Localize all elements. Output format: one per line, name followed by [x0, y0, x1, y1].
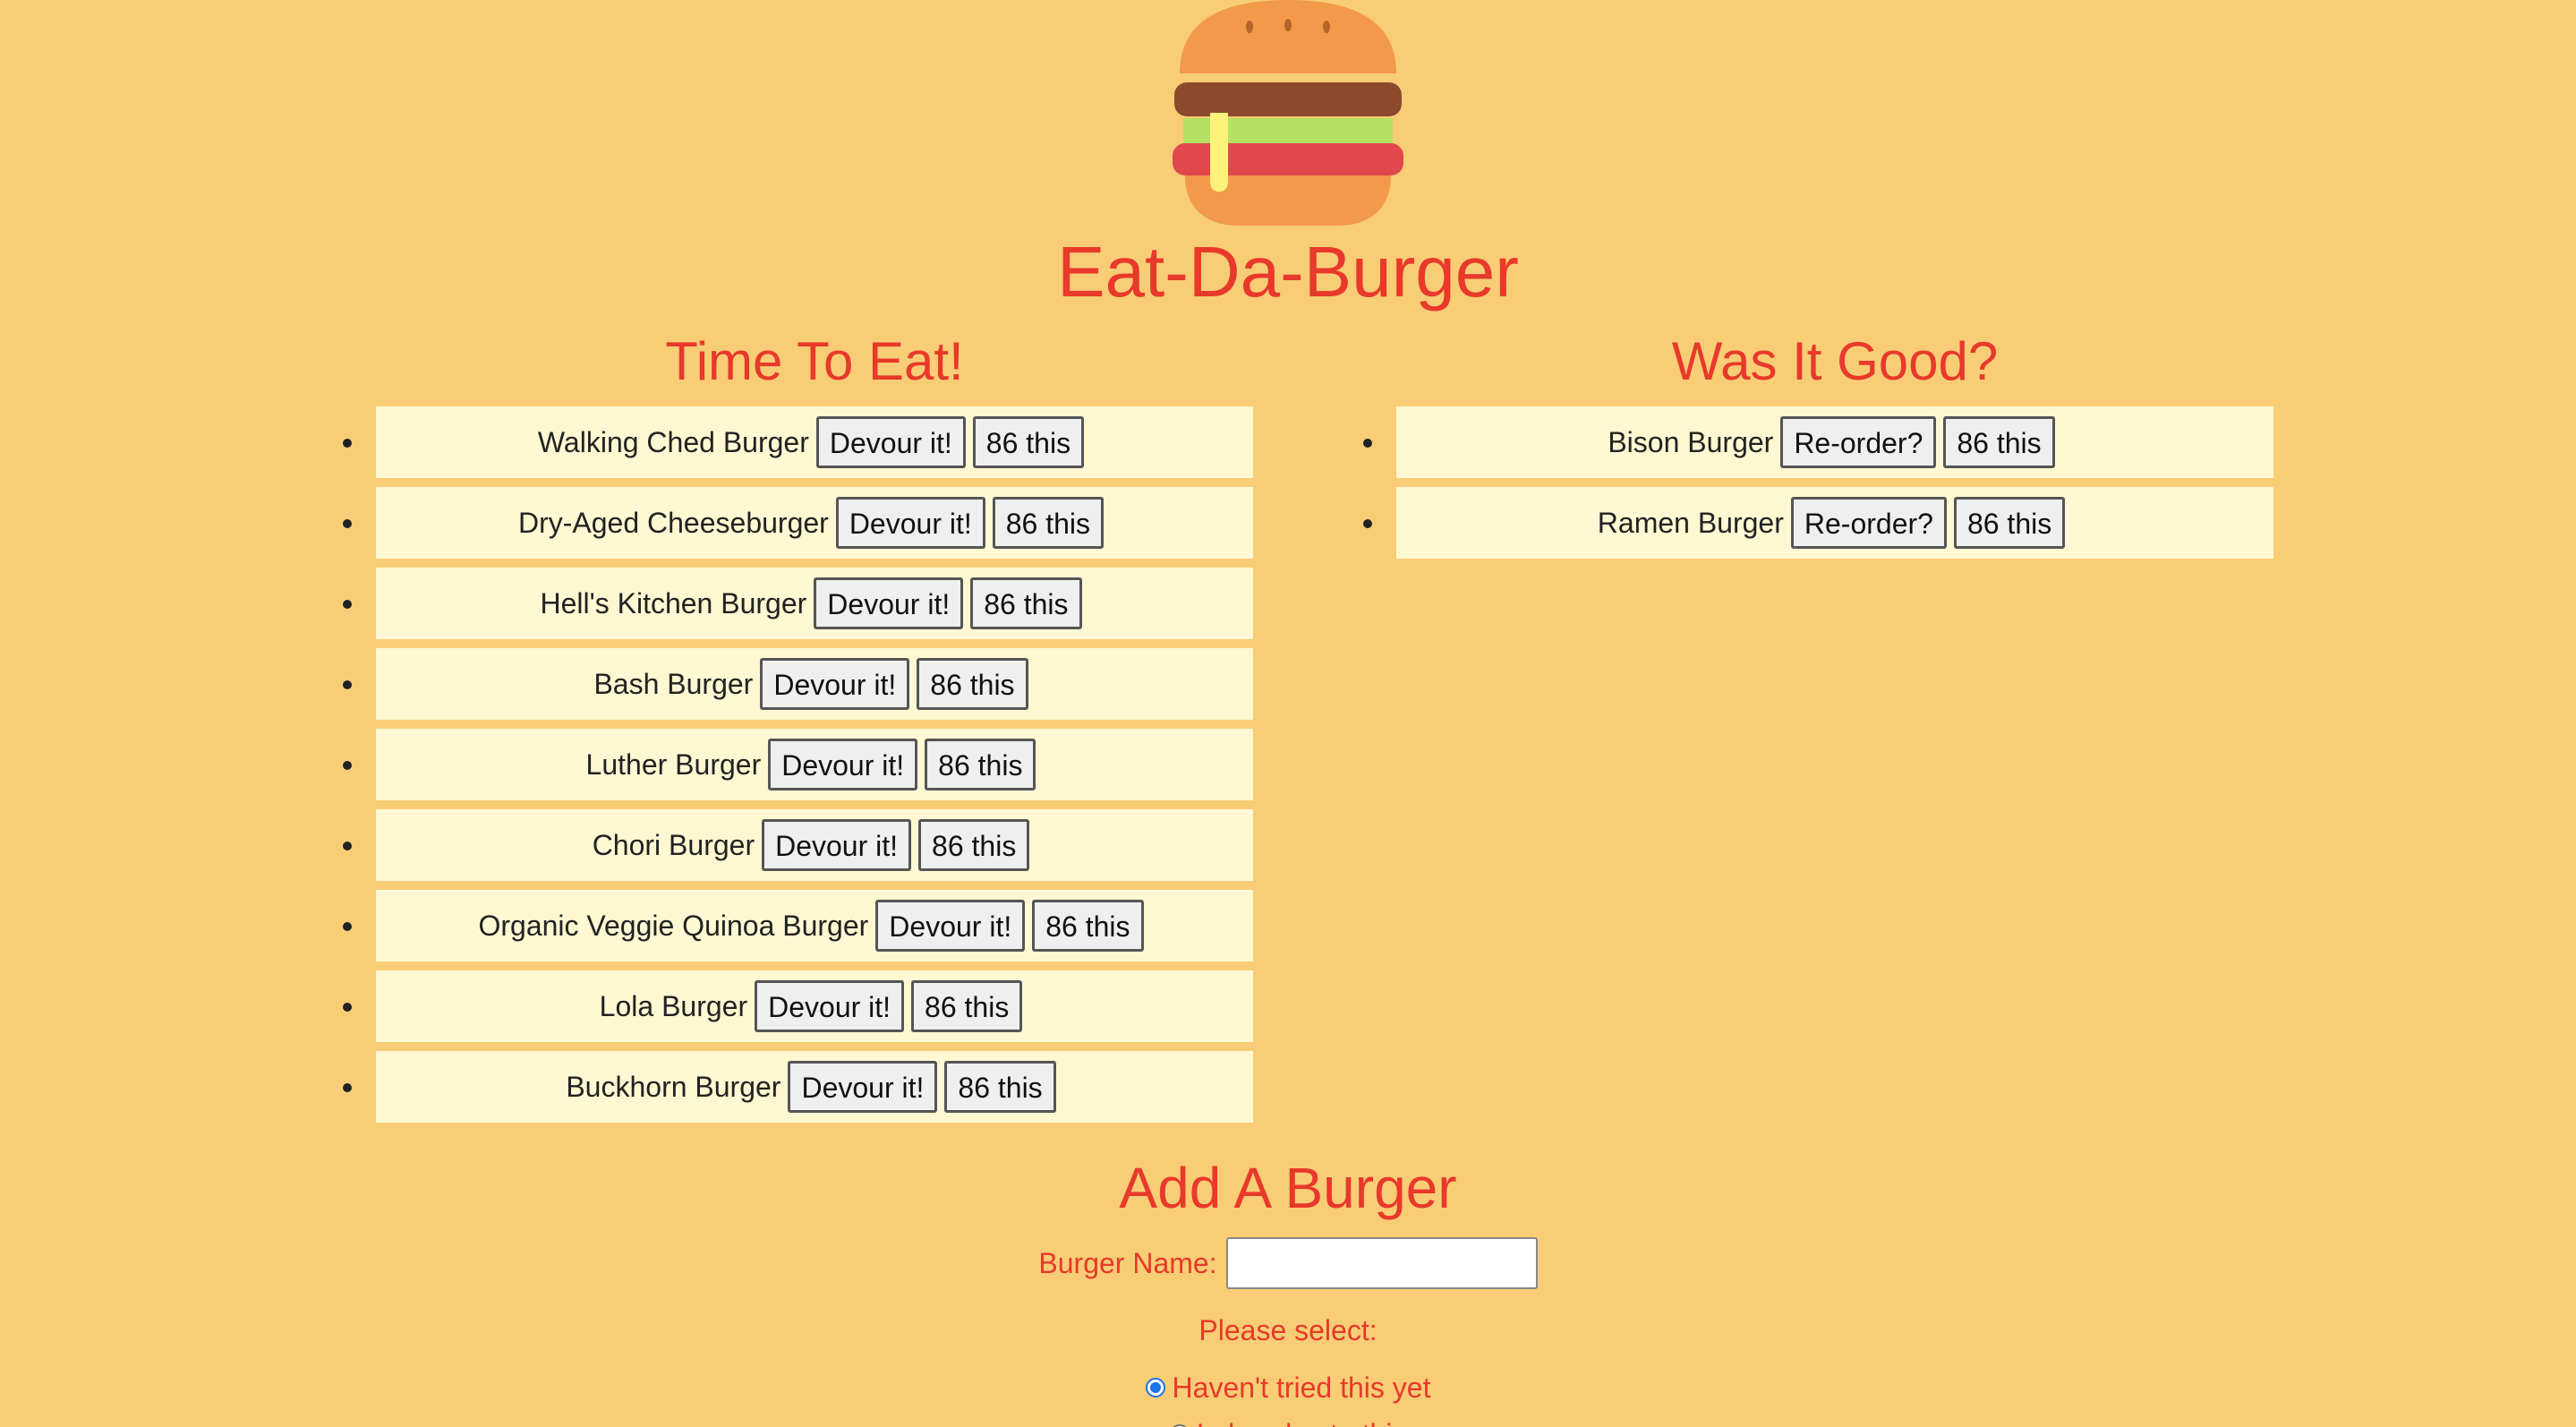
page: Eat-Da-Burger Time To Eat! Walking Ched … [0, 0, 2576, 1427]
burger-name: Ramen Burger [1597, 506, 1784, 539]
burger-name: Lola Burger [599, 989, 748, 1022]
remove-button[interactable]: 86 this [917, 658, 1028, 710]
burger-name: Hell's Kitchen Burger [540, 586, 807, 620]
remove-button[interactable]: 86 this [925, 739, 1036, 790]
remove-button[interactable]: 86 this [911, 980, 1023, 1032]
eaten-column: Was It Good? Bison Burger Re-order? 86 t… [1363, 324, 2273, 568]
list-item: Luther Burger Devour it! 86 this [343, 729, 1253, 800]
burger-name-input[interactable] [1225, 1237, 1538, 1289]
burger-name-label: Burger Name: [1038, 1246, 1217, 1279]
devour-button[interactable]: Devour it! [835, 497, 985, 549]
burger-name: Bison Burger [1608, 425, 1774, 458]
app-title: Eat-Da-Burger [1057, 232, 1519, 312]
list-item: Ramen Burger Re-order? 86 this [1363, 487, 2273, 559]
radio-option-row[interactable]: I already ate this [0, 1416, 2576, 1427]
burger-name: Organic Veggie Quinoa Burger [478, 909, 869, 942]
burger-name: Luther Burger [585, 748, 762, 781]
radio-not-tried[interactable] [1145, 1378, 1165, 1397]
to-eat-list: Walking Ched Burger Devour it! 86 this D… [343, 406, 1253, 1123]
remove-button[interactable]: 86 this [944, 1061, 1056, 1113]
devour-button[interactable]: Devour it! [768, 739, 918, 790]
list-item: Organic Veggie Quinoa Burger Devour it! … [343, 890, 1253, 961]
burger-name: Walking Ched Burger [537, 425, 809, 458]
eaten-list: Bison Burger Re-order? 86 this Ramen Bur… [1363, 406, 2273, 559]
bullet-icon [343, 680, 352, 689]
devour-button[interactable]: Devour it! [875, 900, 1026, 952]
reorder-button[interactable]: Re-order? [1780, 416, 1937, 468]
list-item: Walking Ched Burger Devour it! 86 this [343, 406, 1253, 478]
to-eat-column: Time To Eat! Walking Ched Burger Devour … [343, 324, 1253, 1132]
select-prompt: Please select: [1198, 1313, 1378, 1346]
burger-name: Buckhorn Burger [566, 1070, 781, 1103]
remove-button[interactable]: 86 this [970, 577, 1082, 629]
add-burger-heading: Add A Burger [1119, 1156, 1457, 1220]
reorder-button[interactable]: Re-order? [1790, 497, 1947, 549]
bullet-icon [343, 1003, 352, 1012]
bullet-icon [1363, 439, 1372, 448]
list-item: Hell's Kitchen Burger Devour it! 86 this [343, 568, 1253, 639]
burger-logo-icon [1173, 0, 1403, 226]
burger-name-row: Burger Name: [0, 1237, 2576, 1289]
remove-button[interactable]: 86 this [992, 497, 1105, 549]
devour-button[interactable]: Devour it! [814, 577, 964, 629]
to-eat-heading: Time To Eat! [665, 331, 964, 391]
remove-button[interactable]: 86 this [918, 819, 1030, 871]
burger-name: Chori Burger [592, 828, 755, 861]
remove-button[interactable]: 86 this [1953, 497, 2066, 549]
list-item: Bash Burger Devour it! 86 this [343, 648, 1253, 720]
radio-option-row[interactable]: Haven't tried this yet [0, 1370, 2576, 1406]
devour-button[interactable]: Devour it! [815, 416, 966, 468]
remove-button[interactable]: 86 this [1032, 900, 1144, 952]
list-item: Buckhorn Burger Devour it! 86 this [343, 1051, 1253, 1123]
list-item: Bison Burger Re-order? 86 this [1363, 406, 2273, 478]
add-burger-section: Add A Burger [0, 1148, 2576, 1228]
burger-name: Dry-Aged Cheeseburger [517, 506, 829, 539]
bullet-icon [343, 842, 352, 850]
list-item: Lola Burger Devour it! 86 this [343, 970, 1253, 1042]
bullet-icon [343, 439, 352, 448]
remove-button[interactable]: 86 this [972, 416, 1085, 468]
devour-button[interactable]: Devour it! [760, 658, 910, 710]
devour-button[interactable]: Devour it! [755, 980, 905, 1032]
bullet-icon [343, 922, 352, 931]
radio-already-ate-label[interactable]: I already ate this [1197, 1418, 1407, 1427]
radio-not-tried-label[interactable]: Haven't tried this yet [1173, 1371, 1431, 1405]
select-prompt-row: Please select: [0, 1312, 2576, 1348]
eaten-heading: Was It Good? [1671, 331, 1999, 391]
bullet-icon [1363, 519, 1372, 528]
bullet-icon [343, 600, 352, 609]
devour-button[interactable]: Devour it! [762, 819, 912, 871]
bullet-icon [343, 761, 352, 770]
devour-button[interactable]: Devour it! [788, 1061, 938, 1113]
burger-name: Bash Burger [593, 667, 754, 700]
list-item: Dry-Aged Cheeseburger Devour it! 86 this [343, 487, 1253, 559]
bullet-icon [343, 1083, 352, 1092]
remove-button[interactable]: 86 this [1943, 416, 2055, 468]
bullet-icon [343, 519, 352, 528]
list-item: Chori Burger Devour it! 86 this [343, 809, 1253, 881]
